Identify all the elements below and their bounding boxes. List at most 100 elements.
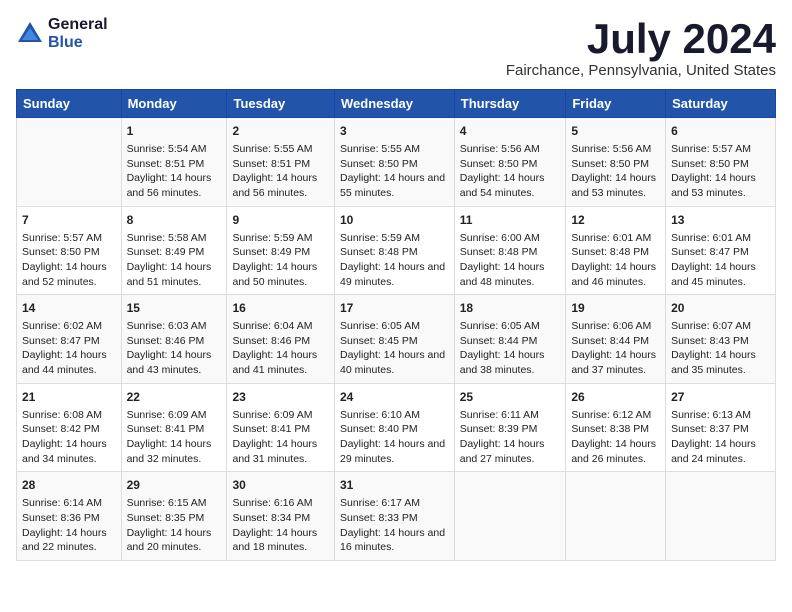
day-number: 17 xyxy=(340,300,449,317)
calendar-cell: 27 Sunrise: 6:13 AM Sunset: 8:37 PM Dayl… xyxy=(666,383,776,472)
calendar-cell xyxy=(454,472,566,561)
week-row-3: 14 Sunrise: 6:02 AM Sunset: 8:47 PM Dayl… xyxy=(17,295,776,384)
daylight: Daylight: 14 hours and 50 minutes. xyxy=(232,261,317,288)
sunset: Sunset: 8:50 PM xyxy=(671,158,749,170)
day-number: 11 xyxy=(460,212,561,229)
calendar-cell: 16 Sunrise: 6:04 AM Sunset: 8:46 PM Dayl… xyxy=(227,295,335,384)
header-day-saturday: Saturday xyxy=(666,90,776,118)
sunrise: Sunrise: 6:05 AM xyxy=(340,320,420,332)
header-day-monday: Monday xyxy=(121,90,227,118)
header-day-tuesday: Tuesday xyxy=(227,90,335,118)
day-number: 24 xyxy=(340,389,449,406)
day-number: 16 xyxy=(232,300,329,317)
day-number: 19 xyxy=(571,300,660,317)
sunset: Sunset: 8:49 PM xyxy=(127,246,205,258)
sunset: Sunset: 8:44 PM xyxy=(460,335,538,347)
day-number: 31 xyxy=(340,477,449,494)
daylight: Daylight: 14 hours and 46 minutes. xyxy=(571,261,656,288)
sunset: Sunset: 8:48 PM xyxy=(571,246,649,258)
daylight: Daylight: 14 hours and 27 minutes. xyxy=(460,438,545,465)
calendar-table: SundayMondayTuesdayWednesdayThursdayFrid… xyxy=(16,89,776,561)
calendar-cell: 23 Sunrise: 6:09 AM Sunset: 8:41 PM Dayl… xyxy=(227,383,335,472)
sunrise: Sunrise: 6:01 AM xyxy=(671,232,751,244)
day-number: 18 xyxy=(460,300,561,317)
sunrise: Sunrise: 5:59 AM xyxy=(340,232,420,244)
day-number: 4 xyxy=(460,123,561,140)
sunset: Sunset: 8:47 PM xyxy=(22,335,100,347)
calendar-cell: 15 Sunrise: 6:03 AM Sunset: 8:46 PM Dayl… xyxy=(121,295,227,384)
calendar-cell: 24 Sunrise: 6:10 AM Sunset: 8:40 PM Dayl… xyxy=(334,383,454,472)
calendar-cell: 6 Sunrise: 5:57 AM Sunset: 8:50 PM Dayli… xyxy=(666,118,776,207)
calendar-cell: 26 Sunrise: 6:12 AM Sunset: 8:38 PM Dayl… xyxy=(566,383,666,472)
daylight: Daylight: 14 hours and 22 minutes. xyxy=(22,527,107,554)
sunrise: Sunrise: 6:10 AM xyxy=(340,409,420,421)
sunset: Sunset: 8:50 PM xyxy=(340,158,418,170)
sunrise: Sunrise: 5:57 AM xyxy=(22,232,102,244)
day-number: 13 xyxy=(671,212,770,229)
calendar-cell: 21 Sunrise: 6:08 AM Sunset: 8:42 PM Dayl… xyxy=(17,383,122,472)
sunset: Sunset: 8:48 PM xyxy=(340,246,418,258)
sunrise: Sunrise: 6:09 AM xyxy=(127,409,207,421)
calendar-cell: 11 Sunrise: 6:00 AM Sunset: 8:48 PM Dayl… xyxy=(454,206,566,295)
calendar-body: 1 Sunrise: 5:54 AM Sunset: 8:51 PM Dayli… xyxy=(17,118,776,561)
calendar-cell xyxy=(566,472,666,561)
daylight: Daylight: 14 hours and 26 minutes. xyxy=(571,438,656,465)
sunrise: Sunrise: 6:17 AM xyxy=(340,497,420,509)
daylight: Daylight: 14 hours and 31 minutes. xyxy=(232,438,317,465)
calendar-cell: 7 Sunrise: 5:57 AM Sunset: 8:50 PM Dayli… xyxy=(17,206,122,295)
sunrise: Sunrise: 6:00 AM xyxy=(460,232,540,244)
header-day-thursday: Thursday xyxy=(454,90,566,118)
day-number: 26 xyxy=(571,389,660,406)
header-day-wednesday: Wednesday xyxy=(334,90,454,118)
sunrise: Sunrise: 5:57 AM xyxy=(671,143,751,155)
daylight: Daylight: 14 hours and 56 minutes. xyxy=(127,172,212,199)
day-number: 1 xyxy=(127,123,222,140)
daylight: Daylight: 14 hours and 40 minutes. xyxy=(340,349,445,376)
daylight: Daylight: 14 hours and 51 minutes. xyxy=(127,261,212,288)
sunrise: Sunrise: 5:55 AM xyxy=(232,143,312,155)
daylight: Daylight: 14 hours and 48 minutes. xyxy=(460,261,545,288)
daylight: Daylight: 14 hours and 55 minutes. xyxy=(340,172,445,199)
sunrise: Sunrise: 6:11 AM xyxy=(460,409,539,421)
daylight: Daylight: 14 hours and 38 minutes. xyxy=(460,349,545,376)
daylight: Daylight: 14 hours and 43 minutes. xyxy=(127,349,212,376)
sunset: Sunset: 8:37 PM xyxy=(671,423,749,435)
calendar-cell: 2 Sunrise: 5:55 AM Sunset: 8:51 PM Dayli… xyxy=(227,118,335,207)
sunset: Sunset: 8:50 PM xyxy=(460,158,538,170)
calendar-cell: 14 Sunrise: 6:02 AM Sunset: 8:47 PM Dayl… xyxy=(17,295,122,384)
header-day-sunday: Sunday xyxy=(17,90,122,118)
logo-general: General xyxy=(48,16,108,34)
sunrise: Sunrise: 6:06 AM xyxy=(571,320,651,332)
day-number: 28 xyxy=(22,477,116,494)
week-row-2: 7 Sunrise: 5:57 AM Sunset: 8:50 PM Dayli… xyxy=(17,206,776,295)
daylight: Daylight: 14 hours and 18 minutes. xyxy=(232,527,317,554)
day-number: 25 xyxy=(460,389,561,406)
main-title: July 2024 xyxy=(506,16,776,62)
sunrise: Sunrise: 6:05 AM xyxy=(460,320,540,332)
day-number: 12 xyxy=(571,212,660,229)
sunrise: Sunrise: 5:55 AM xyxy=(340,143,420,155)
day-number: 14 xyxy=(22,300,116,317)
daylight: Daylight: 14 hours and 45 minutes. xyxy=(671,261,756,288)
sunset: Sunset: 8:50 PM xyxy=(22,246,100,258)
day-number: 27 xyxy=(671,389,770,406)
sunset: Sunset: 8:33 PM xyxy=(340,512,418,524)
calendar-cell: 28 Sunrise: 6:14 AM Sunset: 8:36 PM Dayl… xyxy=(17,472,122,561)
daylight: Daylight: 14 hours and 56 minutes. xyxy=(232,172,317,199)
sunset: Sunset: 8:51 PM xyxy=(232,158,310,170)
daylight: Daylight: 14 hours and 32 minutes. xyxy=(127,438,212,465)
calendar-cell: 4 Sunrise: 5:56 AM Sunset: 8:50 PM Dayli… xyxy=(454,118,566,207)
calendar-cell: 1 Sunrise: 5:54 AM Sunset: 8:51 PM Dayli… xyxy=(121,118,227,207)
sunset: Sunset: 8:36 PM xyxy=(22,512,100,524)
sunset: Sunset: 8:35 PM xyxy=(127,512,205,524)
calendar-cell: 10 Sunrise: 5:59 AM Sunset: 8:48 PM Dayl… xyxy=(334,206,454,295)
calendar-cell: 30 Sunrise: 6:16 AM Sunset: 8:34 PM Dayl… xyxy=(227,472,335,561)
calendar-cell xyxy=(666,472,776,561)
calendar-cell xyxy=(17,118,122,207)
sunrise: Sunrise: 6:09 AM xyxy=(232,409,312,421)
sunrise: Sunrise: 6:08 AM xyxy=(22,409,102,421)
sunset: Sunset: 8:42 PM xyxy=(22,423,100,435)
calendar-header: SundayMondayTuesdayWednesdayThursdayFrid… xyxy=(17,90,776,118)
logo: General Blue xyxy=(16,16,108,52)
sunset: Sunset: 8:43 PM xyxy=(671,335,749,347)
